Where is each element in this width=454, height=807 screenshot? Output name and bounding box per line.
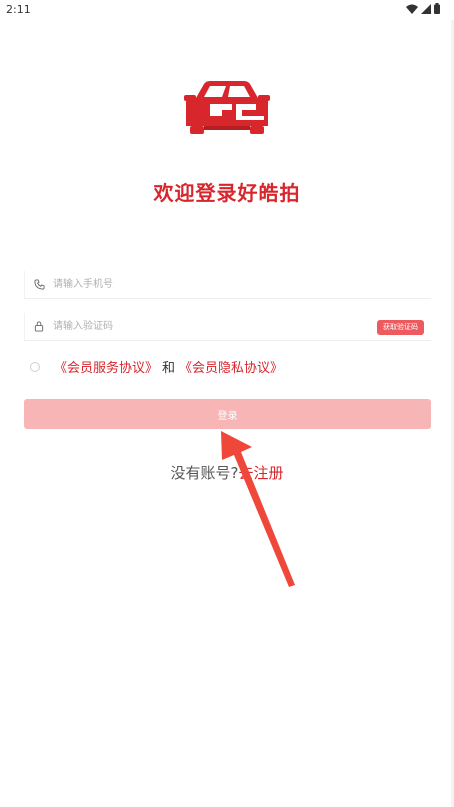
phone-field[interactable] [24,271,431,299]
status-bar: 2:11 [0,0,454,20]
car-logo-icon [182,80,272,136]
wifi-icon [406,4,418,14]
phone-icon [32,278,46,292]
service-agreement-link[interactable]: 《会员服务协议》 [54,357,158,376]
login-screen: 2:11 欢迎登录好皓拍 请输入手机号 请输入验证码 获取验证码 《会员服务协议… [0,0,454,807]
phone-input[interactable] [53,272,431,297]
battery-icon [434,3,440,14]
lock-icon [32,320,46,334]
welcome-title: 欢迎登录好皓拍 [153,181,301,205]
privacy-agreement-link[interactable]: 《会员隐私协议》 [179,357,283,376]
agreement-and-text: 和 [162,361,176,376]
register-row: 没有账号?去注册 [0,462,454,483]
code-input[interactable] [53,314,431,339]
agreement-row: 《会员服务协议》 和 《会员隐私协议》 [30,357,283,376]
get-code-button[interactable]: 获取验证码 [377,320,424,335]
register-prompt: 没有账号? [170,464,239,482]
login-button[interactable]: 登录 [24,399,431,429]
code-field[interactable]: 获取验证码 [24,313,431,341]
signal-icon [421,3,431,14]
agree-radio[interactable] [30,361,40,372]
register-link[interactable]: 去注册 [238,464,283,482]
status-time: 2:11 [6,3,31,16]
status-icons [406,3,440,14]
